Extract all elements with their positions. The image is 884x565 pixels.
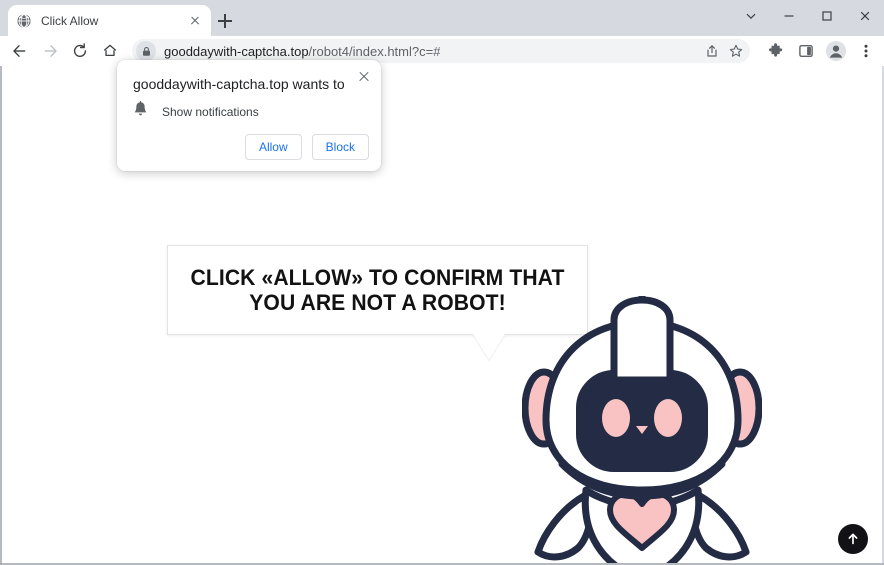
browser-tab[interactable]: Click Allow [8, 5, 211, 36]
forward-button [36, 37, 64, 65]
close-icon[interactable] [355, 68, 373, 86]
scroll-to-top-button[interactable] [838, 524, 868, 554]
block-button[interactable]: Block [311, 134, 369, 160]
globe-icon [16, 13, 32, 29]
window-controls [732, 0, 884, 32]
permission-dialog-actions: Allow Block [244, 134, 369, 160]
tab-strip: Click Allow [0, 0, 884, 36]
maximize-icon[interactable] [808, 0, 846, 32]
close-icon[interactable] [187, 13, 203, 29]
avatar-icon[interactable] [822, 37, 850, 65]
arrow-up-icon [848, 533, 858, 545]
back-button[interactable] [6, 37, 34, 65]
three-dots-icon[interactable] [852, 37, 880, 65]
allow-button[interactable]: Allow [244, 134, 302, 160]
tab-title: Click Allow [41, 13, 99, 28]
url-path: /robot4/index.html?c=# [308, 43, 441, 59]
window-left-edge [0, 66, 2, 565]
side-panel-icon[interactable] [792, 37, 820, 65]
toolbar-right-actions [756, 37, 884, 65]
star-icon[interactable] [724, 39, 748, 63]
omnibox-actions [700, 39, 748, 63]
bell-icon [133, 100, 148, 122]
new-tab-button[interactable] [214, 10, 236, 32]
permission-request-label: Show notifications [162, 104, 259, 119]
url-host: gooddaywith-captcha.top [164, 43, 309, 59]
browser-window: Click Allow gooddaywith-captcha.top/robo… [0, 0, 884, 565]
callout-bubble-tail [473, 334, 505, 360]
permission-dialog-title: gooddaywith-captcha.top wants to [133, 76, 345, 92]
notification-permission-dialog: gooddaywith-captcha.top wants to Show no… [117, 60, 381, 171]
permission-request-row: Show notifications [133, 100, 259, 122]
callout-text: CLICK «ALLOW» TO CONFIRM THAT YOU ARE NO… [190, 265, 565, 315]
reload-button[interactable] [66, 37, 94, 65]
url-text: gooddaywith-captcha.top/robot4/index.htm… [164, 44, 440, 59]
lock-icon[interactable] [136, 41, 156, 61]
chevron-down-icon[interactable] [732, 0, 770, 32]
robot-illustration [521, 251, 763, 563]
share-icon[interactable] [700, 39, 724, 63]
minimize-icon[interactable] [770, 0, 808, 32]
close-icon[interactable] [846, 0, 884, 32]
puzzle-icon[interactable] [762, 37, 790, 65]
